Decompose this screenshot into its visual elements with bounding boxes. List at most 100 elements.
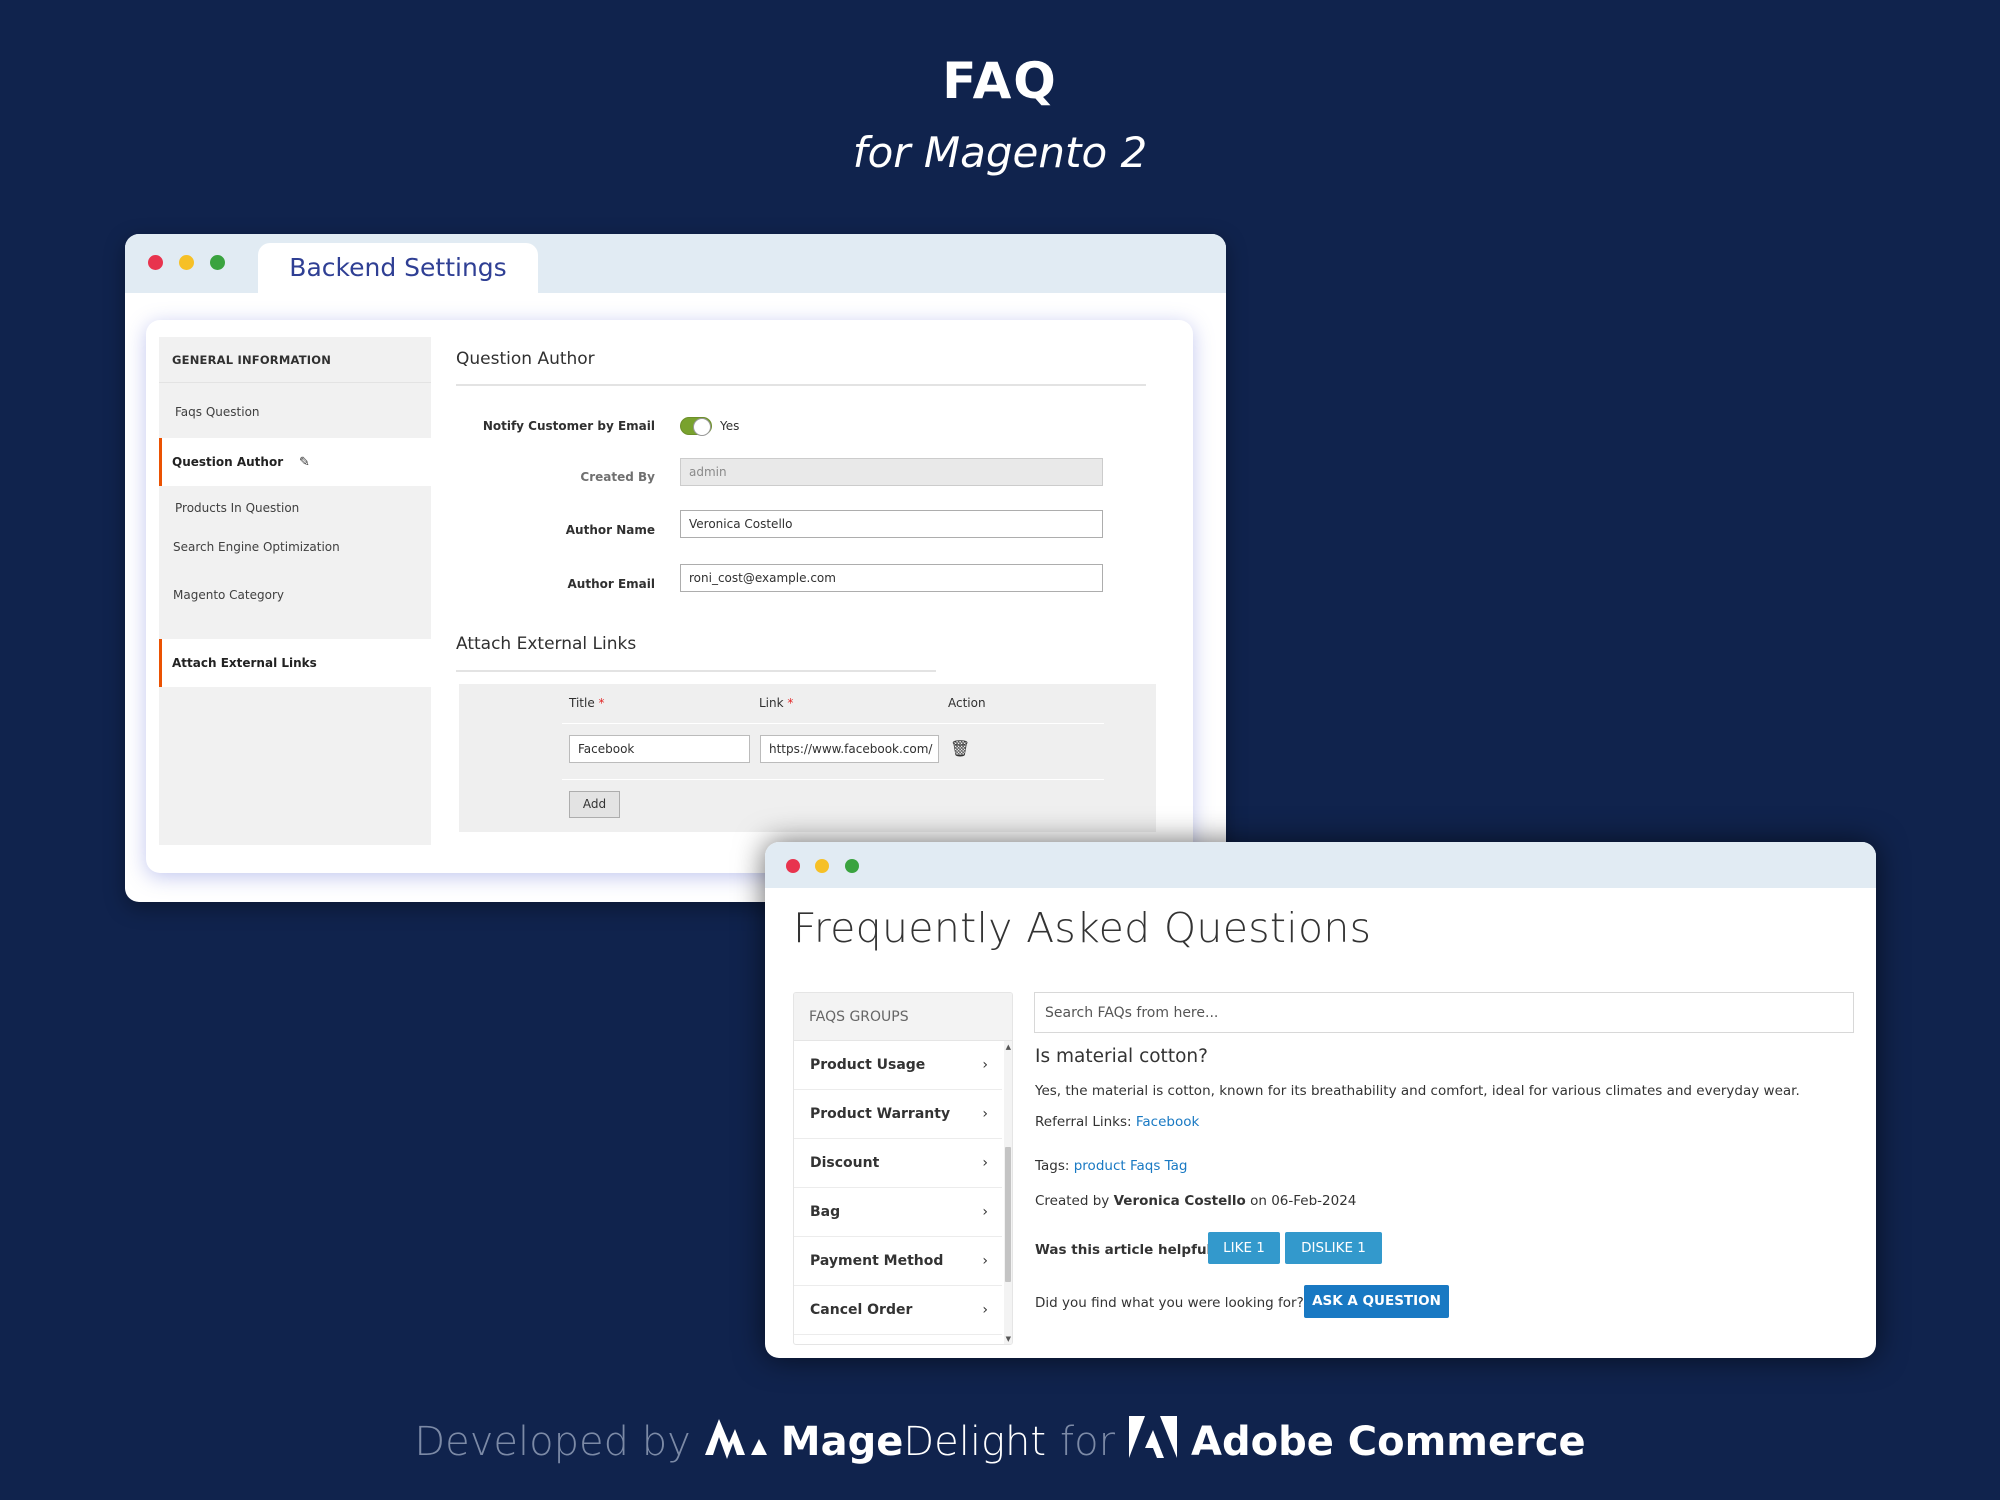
col-action-header: Action [948, 696, 986, 710]
faq-search-input[interactable] [1034, 992, 1854, 1033]
chevron-right-icon: › [982, 1204, 988, 1220]
referral-links: Referral Links: Facebook [1035, 1114, 1199, 1130]
nav-item-label: Attach External Links [172, 656, 317, 670]
notify-label: Notify Customer by Email [482, 419, 655, 433]
nav-item-faqs-question[interactable]: Faqs Question [159, 396, 431, 428]
group-label: Bag [810, 1204, 841, 1220]
chevron-right-icon: › [982, 1106, 988, 1122]
required-mark: * [598, 696, 605, 710]
find-label: Did you find what you were looking for? [1035, 1295, 1304, 1311]
tag-link[interactable]: product Faqs Tag [1074, 1158, 1188, 1174]
trash-icon[interactable]: 🗑 [950, 739, 970, 758]
settings-nav: GENERAL INFORMATION Faqs Question Questi… [159, 337, 431, 845]
ask-question-button[interactable]: ASK A QUESTION [1304, 1285, 1449, 1318]
adobe-commerce-text: Adobe Commerce [1191, 1419, 1586, 1465]
referral-link-facebook[interactable]: Facebook [1136, 1114, 1199, 1130]
row-divider [562, 723, 1104, 724]
hero-subtitle: for Magento 2 [852, 128, 1148, 177]
footer-branding: Developed by MageDelight for Adobe Comme… [0, 1414, 2000, 1470]
author-email-field[interactable] [680, 564, 1103, 592]
col-title-header: Title * [569, 696, 605, 710]
settings-card: GENERAL INFORMATION Faqs Question Questi… [146, 320, 1193, 873]
chevron-right-icon: › [982, 1302, 988, 1318]
faq-group-payment-method[interactable]: Payment Method › [794, 1237, 1002, 1286]
nav-item-attach-external-links[interactable]: Attach External Links [159, 639, 431, 687]
window-titlebar: Backend Settings [125, 234, 1226, 293]
tab-backend-settings[interactable]: Backend Settings [258, 243, 538, 293]
group-label: Product Warranty [810, 1106, 951, 1122]
author-name-label: Author Name [565, 523, 655, 537]
magedelight-wordmark: MageDelight [781, 1419, 1046, 1465]
tags-label: Tags: [1035, 1158, 1070, 1174]
scroll-up-icon[interactable]: ▲ [1006, 1043, 1011, 1051]
chevron-right-icon: › [982, 1253, 988, 1269]
section-divider [456, 384, 1146, 386]
add-link-button[interactable]: Add [569, 791, 620, 818]
page-title: Frequently Asked Questions [793, 904, 1372, 952]
notify-value: Yes [720, 419, 740, 433]
created-author: Veronica Costello [1113, 1193, 1246, 1209]
faq-group-cancel-order[interactable]: Cancel Order › [794, 1286, 1002, 1335]
adobe-logo-icon [1129, 1416, 1178, 1468]
faq-group-bag[interactable]: Bag › [794, 1188, 1002, 1237]
close-dot-icon[interactable] [786, 859, 800, 873]
minimize-dot-icon[interactable] [815, 859, 829, 873]
notify-toggle[interactable] [680, 417, 712, 436]
author-name-field[interactable] [680, 510, 1103, 538]
chevron-right-icon: › [982, 1155, 988, 1171]
group-label: Product Usage [810, 1057, 926, 1073]
row-divider [562, 779, 1104, 780]
helpful-label: Was this article helpful ? [1035, 1242, 1224, 1258]
nav-item-label: Search Engine Optimization [173, 540, 340, 554]
faq-groups-header: FAQS GROUPS [794, 993, 1012, 1041]
faq-group-discount[interactable]: Discount › [794, 1139, 1002, 1188]
dislike-button[interactable]: DISLIKE 1 [1285, 1232, 1382, 1264]
nav-item-magento-category[interactable]: Magento Category [159, 579, 431, 611]
author-email-label: Author Email [567, 577, 655, 591]
nav-item-products-in-question[interactable]: Products In Question [159, 492, 431, 524]
pencil-icon: ✎ [298, 455, 310, 470]
like-button[interactable]: LIKE 1 [1208, 1232, 1280, 1264]
scrollbar-thumb[interactable] [1005, 1147, 1011, 1282]
nav-item-label: Faqs Question [175, 405, 260, 419]
minimize-dot-icon[interactable] [179, 255, 194, 270]
created-date: on 06-Feb-2024 [1250, 1193, 1357, 1209]
created-prefix: Created by [1035, 1193, 1110, 1209]
tags: Tags: product Faqs Tag [1035, 1158, 1188, 1174]
col-title-label: Title [569, 696, 595, 710]
section-divider [456, 670, 936, 672]
question-title: Is material cotton? [1035, 1046, 1208, 1067]
nav-header: GENERAL INFORMATION [159, 337, 431, 383]
for-text: for [1060, 1419, 1116, 1465]
nav-item-seo[interactable]: Search Engine Optimization [159, 531, 431, 563]
groups-scrollbar[interactable] [1004, 1041, 1012, 1344]
faq-groups-panel: FAQS GROUPS Product Usage › Product Warr… [793, 992, 1013, 1345]
nav-item-label: Products In Question [175, 501, 300, 515]
nav-item-label: Question Author [172, 455, 284, 469]
external-links-table: Title * Link * Action 🗑 Add [459, 684, 1156, 832]
window-titlebar [765, 842, 1876, 888]
link-title-input[interactable] [569, 735, 750, 763]
brand-bold: Mage [780, 1419, 904, 1465]
nav-item-question-author[interactable]: Question Author ✎ [159, 438, 431, 486]
magedelight-logo-icon [704, 1415, 767, 1469]
required-mark: * [787, 696, 794, 710]
col-link-header: Link * [759, 696, 793, 710]
brand-light: Delight [903, 1419, 1047, 1465]
frontend-faq-window: Frequently Asked Questions FAQS GROUPS P… [765, 842, 1876, 1358]
close-dot-icon[interactable] [148, 255, 163, 270]
faq-group-product-warranty[interactable]: Product Warranty › [794, 1090, 1002, 1139]
col-link-label: Link [759, 696, 784, 710]
group-label: Discount [810, 1155, 880, 1171]
maximize-dot-icon[interactable] [210, 255, 225, 270]
external-links-title: Attach External Links [456, 634, 637, 654]
created-by-label: Created By [580, 470, 655, 484]
scroll-down-icon[interactable]: ▼ [1006, 1335, 1011, 1343]
maximize-dot-icon[interactable] [845, 859, 859, 873]
created-by-line: Created by Veronica Costello on 06-Feb-2… [1035, 1193, 1356, 1209]
faq-group-product-usage[interactable]: Product Usage › [794, 1041, 1002, 1090]
group-label: Cancel Order [810, 1302, 913, 1318]
link-url-input[interactable] [760, 735, 939, 763]
backend-settings-window: Backend Settings GENERAL INFORMATION Faq… [125, 234, 1226, 902]
answer-text: Yes, the material is cotton, known for i… [1035, 1083, 1800, 1099]
